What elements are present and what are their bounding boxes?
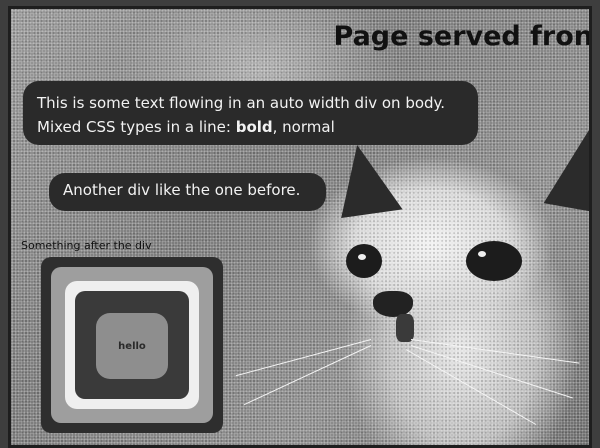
cat-eye-right [466,241,522,281]
bubble-first-line1: This is some text flowing in an auto wid… [37,94,446,112]
cat-eye-left [346,244,382,278]
text-bubble-first: This is some text flowing in an auto wid… [23,81,478,145]
nested-box-inner: hello [96,313,168,379]
cat-ear-left [331,140,403,218]
bubble-first-line2: Mixed CSS types in a line: bold, normal [37,115,478,139]
eink-screen: no page Page served fron This is some te… [8,6,592,448]
ghost-title: no page [181,27,281,52]
cat-muzzle [396,314,414,342]
line2-bold: bold [235,118,273,136]
bubble-second-text: Another div like the one before. [63,181,301,199]
eye-glint [478,251,486,257]
eye-glint [358,254,366,260]
nested-box-outer: hello [41,257,223,433]
after-div-text: Something after the div [21,239,152,252]
line2-suffix: , normal [272,118,335,136]
nested-box-level2: hello [51,267,213,423]
nested-box-level3: hello [65,281,199,409]
line2-prefix: Mixed CSS types in a line: [37,118,236,136]
hello-label: hello [118,340,146,352]
page-title: Page served fron [333,21,592,52]
nested-box-level4: hello [75,291,189,399]
text-bubble-second: Another div like the one before. [49,173,326,211]
